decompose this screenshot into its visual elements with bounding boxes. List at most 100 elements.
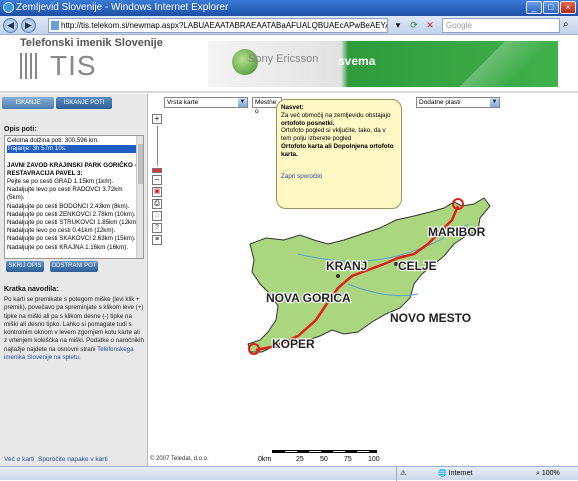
close-tip-link[interactable]: Zapri sporočilo <box>281 173 397 181</box>
zoom-in-button[interactable]: + <box>152 114 162 124</box>
route-scrollbar[interactable] <box>136 136 143 258</box>
left-panel: ISKANJE ISKANJE POTI Opis poti: Celotna … <box>0 94 148 466</box>
layers-icon[interactable]: ≡ <box>152 235 162 245</box>
route-line-item: Nadaljujte po cesti ZENKOVCI 2.78km (10k… <box>7 210 136 218</box>
about-map-link[interactable]: Več o karti <box>4 456 34 463</box>
page-icon <box>51 21 59 30</box>
tab-search[interactable]: ISKANJE <box>2 97 54 109</box>
status-divider <box>396 467 397 481</box>
scale-graphic <box>272 450 377 453</box>
tab-route-search[interactable]: ISKANJE POTI <box>56 97 112 109</box>
route-line-item: Nadaljujte levo po cesti 0.41km (12km). <box>7 227 116 235</box>
scale-label: 25 <box>296 456 304 463</box>
chevron-down-icon: ▼ <box>238 98 247 107</box>
tip-line-2: ortofoto posnetki. <box>281 119 335 127</box>
home-icon[interactable]: ⌂ <box>152 211 162 221</box>
remove-route-button[interactable]: ODSTRANI POT <box>50 261 98 272</box>
search-placeholder: Google <box>446 21 472 30</box>
back-button[interactable]: ◀ <box>3 18 18 33</box>
stop-icon[interactable]: ✕ <box>424 19 436 31</box>
city-dot <box>336 274 340 278</box>
instructions-body: Po karti se premikate s potegom miške (l… <box>4 296 144 353</box>
tip-line-1: Za več območij na zemljevidu obstajajo <box>281 111 391 119</box>
forward-button[interactable]: ▶ <box>21 18 36 33</box>
map-type-select[interactable]: Vrsta karte ▼ <box>164 97 248 108</box>
logo-word: TIS <box>50 50 97 81</box>
globe-icon: 🌐 <box>438 470 447 477</box>
banner-svema: svema <box>338 54 376 68</box>
window-titlebar: Zemljevid Slovenije - Windows Internet E… <box>0 0 578 16</box>
zoom-level[interactable]: ⌕ 100% <box>536 467 560 480</box>
zoom-slider-knob[interactable] <box>152 168 162 173</box>
hide-description-button[interactable]: SKRIJ OPIS <box>6 261 44 272</box>
route-lines: Celotna dolžina poti: 300,596 km. Trajanj… <box>7 137 141 252</box>
city-label-novo-mesto: NOVO MESTO <box>390 311 471 325</box>
city-label-koper: KOPER <box>272 337 315 351</box>
banner-decoration <box>438 41 558 87</box>
panel-tabs: ISKANJE ISKANJE POTI <box>2 97 112 109</box>
route-line-item: Pejte se po cesti GRAD 1.15km (1km). <box>7 178 114 186</box>
scale-bar: 0km 25 50 75 100 <box>258 450 468 464</box>
route-line-item: Nadaljujte levo po cesti RADOVCI 3.72km … <box>7 186 123 202</box>
zone-indicator: 🌐 Internet <box>438 467 472 480</box>
search-input[interactable]: Google <box>442 18 560 33</box>
instructions-text: Po karti se premikate s potegom miške (l… <box>4 296 144 362</box>
ad-banner[interactable]: Sony Ericsson svema <box>208 41 558 87</box>
search-icon[interactable]: ⌕ <box>563 19 569 30</box>
print-icon[interactable]: ⎙ <box>152 199 162 209</box>
url-field[interactable]: http://tis.telekom.si/newmap.aspx?LABUAE… <box>48 18 388 33</box>
zoom-box-icon[interactable]: ▣ <box>152 187 162 197</box>
zoom-out-button[interactable]: − <box>152 175 162 185</box>
url-text: http://tis.telekom.si/newmap.aspx?LABUAE… <box>61 21 388 30</box>
address-actions: ▾ ⟳ ✕ <box>392 19 436 31</box>
instructions-title: Kratka navodila: <box>4 286 59 293</box>
scale-label: 50 <box>320 456 328 463</box>
close-button[interactable]: × <box>560 1 576 14</box>
scale-label: 75 <box>344 456 352 463</box>
window-controls: _ □ × <box>526 1 576 14</box>
city-label-celje: CELJE <box>398 259 437 273</box>
route-line-item: Celotna dolžina poti: 300,596 km. <box>7 137 99 144</box>
window-title: Zemljevid Slovenije - Windows Internet E… <box>16 2 229 13</box>
tip-popup: Nasvet: Za več območij na zemljevidu obs… <box>276 99 402 209</box>
route-line-item <box>7 153 141 161</box>
route-description[interactable]: Celotna dolžina poti: 300,596 km. Trajanj… <box>4 135 144 259</box>
zoom-track[interactable] <box>156 126 158 166</box>
dropdown-icon[interactable]: ▾ <box>392 19 404 31</box>
report-errors-link[interactable]: Sporočite napake v karti <box>38 456 108 463</box>
route-line-item: Trajanje: 3h 57m 10s. <box>7 145 141 154</box>
layers-select[interactable]: Dodatne plasti ▼ <box>416 97 500 108</box>
route-title: Opis poti: <box>4 126 37 133</box>
brand-title: Telefonski imenik Slovenije <box>20 37 163 49</box>
minimize-button[interactable]: _ <box>526 1 542 14</box>
protected-mode-icon: ⚠ <box>400 470 407 477</box>
tip-title: Nasvet: <box>281 104 304 111</box>
route-line-item: Nadaljujte po cesti STRUKOVCI 1.85km (12… <box>7 219 141 227</box>
city-label-nova-gorica: NOVA GORICA <box>266 291 351 305</box>
status-bar: ⚠ 🌐 Internet ⌕ 100% <box>0 466 578 481</box>
route-line-item: Nadaljujte po cesti SKAKOVCI 2.63km (15k… <box>7 235 136 243</box>
route-line-item: Nadaljujte po cesti BODONCI 2.43km (8km)… <box>7 202 130 210</box>
address-bar: ◀ ▶ http://tis.telekom.si/newmap.aspx?LA… <box>0 16 578 35</box>
scale-label: 0km <box>258 456 272 463</box>
maximize-button[interactable]: □ <box>543 1 559 14</box>
help-icon[interactable]: ? <box>152 223 162 233</box>
refresh-icon[interactable]: ⟳ <box>408 19 420 31</box>
layers-select-value: Dodatne plasti <box>419 99 461 106</box>
map-area[interactable]: MARIBOR KRANJ CELJE NOVA GORICA NOVO MES… <box>148 94 578 466</box>
zoom-control: + − ▣ ⎙ ⌂ ? ≡ <box>151 114 163 245</box>
map-copyright: © 2007 Teledat, d.o.o. <box>150 456 209 462</box>
ie-icon <box>3 2 14 13</box>
tip-line-3: Ortofoto pogled si vključite, tako, da v… <box>281 127 386 143</box>
city-label-kranj: KRANJ <box>326 259 367 273</box>
tip-line-4: Ortofoto karta ali Dopolnjena ortofoto k… <box>281 142 394 158</box>
map-selectors: Vrsta karte ▼ Mestne o <box>164 97 282 115</box>
scale-label: 100 <box>368 456 380 463</box>
zone-text: Internet <box>448 470 473 477</box>
tis-logo[interactable]: TIS <box>20 50 97 82</box>
map-type-value: Vrsta karte <box>167 99 199 106</box>
route-line-item: Nadaljujte po cesti KRAJNA 1.16km (16km)… <box>7 243 129 251</box>
chevron-down-icon: ▼ <box>490 98 499 107</box>
slovenia-land <box>247 197 491 353</box>
magnifier-icon: ⌕ <box>536 470 540 477</box>
